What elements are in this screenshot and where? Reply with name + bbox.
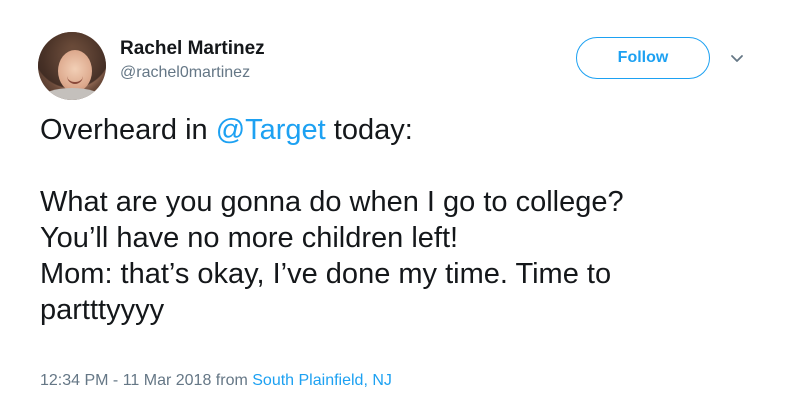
mention-link[interactable]: @Target bbox=[216, 114, 326, 146]
author-name[interactable]: Rachel Martinez bbox=[120, 38, 265, 60]
tweet-line: Overheard in @Target today: bbox=[40, 112, 780, 148]
from-label: from bbox=[211, 372, 253, 389]
avatar-face bbox=[58, 50, 92, 92]
location-link[interactable]: South Plainfield, NJ bbox=[252, 372, 392, 389]
tweet-line-4: Mom: that’s okay, I’ve done my time. Tim… bbox=[40, 258, 612, 290]
avatar-shirt bbox=[42, 88, 102, 100]
follow-button[interactable]: Follow bbox=[576, 37, 710, 79]
tweet-meta: 12:34 PM - 11 Mar 2018 from South Plainf… bbox=[40, 372, 392, 390]
avatar[interactable] bbox=[38, 32, 106, 100]
chevron-down-icon[interactable] bbox=[729, 50, 745, 66]
tweet-line-5: partttyyyy bbox=[40, 294, 165, 326]
tweet-line-2: What are you gonna do when I go to colle… bbox=[40, 186, 624, 218]
tweet-line-1-prefix: Overheard in bbox=[40, 114, 216, 146]
tweet-line-3: You’ll have no more children left! bbox=[40, 222, 459, 254]
tweet-line-1-suffix: today: bbox=[325, 114, 413, 146]
tweet-text: Overheard in @Target today: What are you… bbox=[40, 112, 780, 328]
author-handle[interactable]: @rachel0martinez bbox=[120, 64, 250, 82]
tweet-card: Rachel Martinez @rachel0martinez Follow … bbox=[0, 0, 800, 401]
timestamp[interactable]: 12:34 PM - 11 Mar 2018 bbox=[40, 372, 211, 389]
